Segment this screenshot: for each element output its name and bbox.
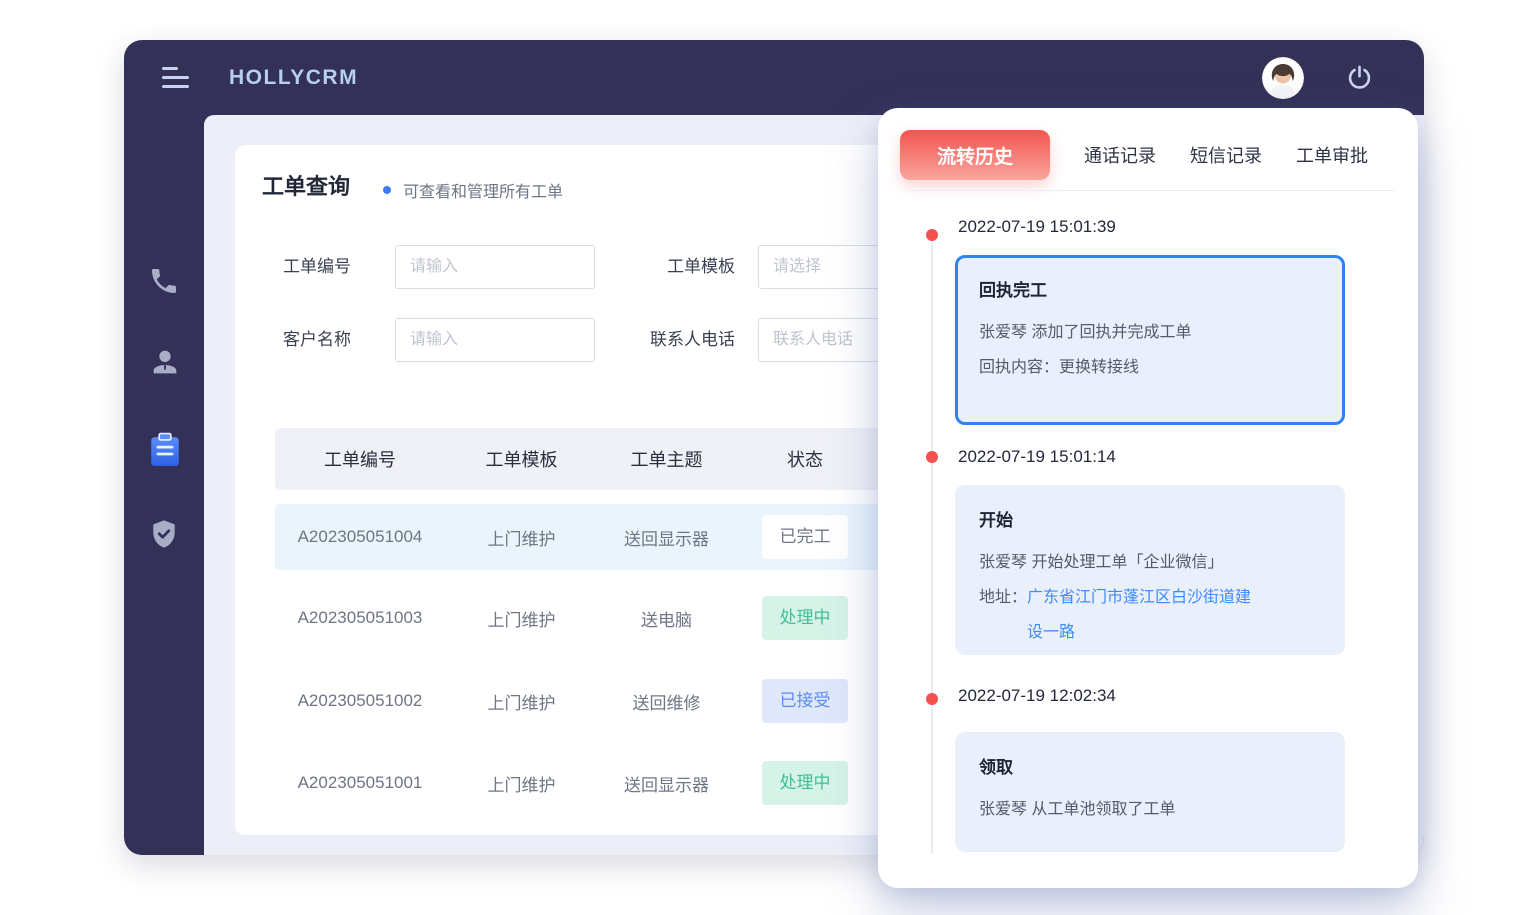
timeline-line <box>931 234 933 854</box>
cell-order-no: A202305051001 <box>275 773 445 793</box>
timeline-card: 领取 张爱琴 从工单池领取了工单 <box>955 732 1345 852</box>
contact-phone-label: 联系人电话 <box>620 318 735 362</box>
logout-power-icon[interactable] <box>1346 64 1373 91</box>
timeline-card-line: 回执内容：更换转接线 <box>979 350 1321 385</box>
user-icon <box>148 345 182 379</box>
clipboard-icon <box>148 432 182 468</box>
status-badge: 已接受 <box>762 679 848 723</box>
cell-order-no: A202305051002 <box>275 691 445 711</box>
timeline-timestamp: 2022-07-19 15:01:14 <box>958 447 1116 467</box>
menu-toggle-icon[interactable] <box>162 67 192 89</box>
sidebar-item-work-orders[interactable] <box>148 432 180 466</box>
sidebar-item-security[interactable] <box>148 517 180 551</box>
timeline-card-title: 回执完工 <box>979 276 1321 301</box>
timeline-card-line: 张爱琴 从工单池领取了工单 <box>979 792 1321 827</box>
tab-sms-records[interactable]: 短信记录 <box>1190 142 1262 168</box>
status-badge: 处理中 <box>762 761 848 805</box>
order-no-input[interactable] <box>395 245 595 289</box>
cell-subject: 送回显示器 <box>598 771 735 796</box>
detail-tabs: 流转历史 通话记录 短信记录 工单审批 <box>900 130 1396 180</box>
cell-subject: 送回维修 <box>598 689 735 714</box>
timeline-card-line: 张爱琴 添加了回执并完成工单 <box>979 315 1321 350</box>
status-badge: 已完工 <box>762 515 848 559</box>
sidebar-item-contacts[interactable] <box>148 345 180 379</box>
avatar-image <box>1262 57 1304 99</box>
timeline-dot <box>926 229 938 241</box>
sidebar-item-calls[interactable] <box>148 265 180 299</box>
page-subtitle-wrap: 可查看和管理所有工单 <box>383 178 563 202</box>
user-avatar[interactable] <box>1262 57 1304 99</box>
header-template: 工单模板 <box>445 446 598 472</box>
cell-order-no: A202305051004 <box>275 527 445 547</box>
order-no-label: 工单编号 <box>263 245 351 289</box>
page-subtitle: 可查看和管理所有工单 <box>403 178 563 202</box>
cell-template: 上门维护 <box>445 606 598 631</box>
cell-template: 上门维护 <box>445 689 598 714</box>
page-title: 工单查询 <box>262 169 350 201</box>
timeline-card-selected[interactable]: 回执完工 张爱琴 添加了回执并完成工单 回执内容：更换转接线 <box>955 255 1345 425</box>
tab-approval[interactable]: 工单审批 <box>1296 142 1368 168</box>
timeline-card: 开始 张爱琴 开始处理工单「企业微信」 地址：广东省江门市蓬江区白沙街道建设一路 <box>955 485 1345 655</box>
timeline-card-address: 地址：广东省江门市蓬江区白沙街道建设一路 <box>979 580 1321 650</box>
customer-label: 客户名称 <box>263 318 351 362</box>
address-link[interactable]: 广东省江门市蓬江区白沙街道建设一路 <box>1027 580 1259 650</box>
timeline-timestamp: 2022-07-19 15:01:39 <box>958 217 1116 237</box>
status-badge: 处理中 <box>762 596 848 640</box>
header-subject: 工单主题 <box>598 446 735 472</box>
template-select-placeholder: 请选择 <box>773 258 821 275</box>
timeline-card-title: 开始 <box>979 506 1321 531</box>
template-label: 工单模板 <box>630 245 735 289</box>
timeline-dot <box>926 693 938 705</box>
timeline-dot <box>926 451 938 463</box>
phone-icon <box>148 265 180 297</box>
shield-check-icon <box>148 517 180 551</box>
customer-input[interactable] <box>395 318 595 362</box>
tabs-divider <box>910 190 1394 191</box>
timeline-card-line: 张爱琴 开始处理工单「企业微信」 <box>979 545 1321 580</box>
address-label: 地址： <box>979 589 1027 606</box>
header-status: 状态 <box>735 446 875 472</box>
cell-template: 上门维护 <box>445 771 598 796</box>
timeline-card-title: 领取 <box>979 753 1321 778</box>
tab-transfer-history[interactable]: 流转历史 <box>900 130 1050 180</box>
cell-subject: 送回显示器 <box>598 525 735 550</box>
cell-template: 上门维护 <box>445 525 598 550</box>
top-bar: HOLLYCRM <box>124 40 1424 115</box>
cell-order-no: A202305051003 <box>275 608 445 628</box>
timeline-timestamp: 2022-07-19 12:02:34 <box>958 686 1116 706</box>
cell-subject: 送电脑 <box>598 606 735 631</box>
subtitle-dot <box>383 186 391 194</box>
work-order-detail-panel: 流转历史 通话记录 短信记录 工单审批 2022-07-19 15:01:39 … <box>878 108 1418 888</box>
app-logo: HOLLYCRM <box>229 40 358 115</box>
tab-call-records[interactable]: 通话记录 <box>1084 142 1156 168</box>
header-order-no: 工单编号 <box>275 446 445 472</box>
